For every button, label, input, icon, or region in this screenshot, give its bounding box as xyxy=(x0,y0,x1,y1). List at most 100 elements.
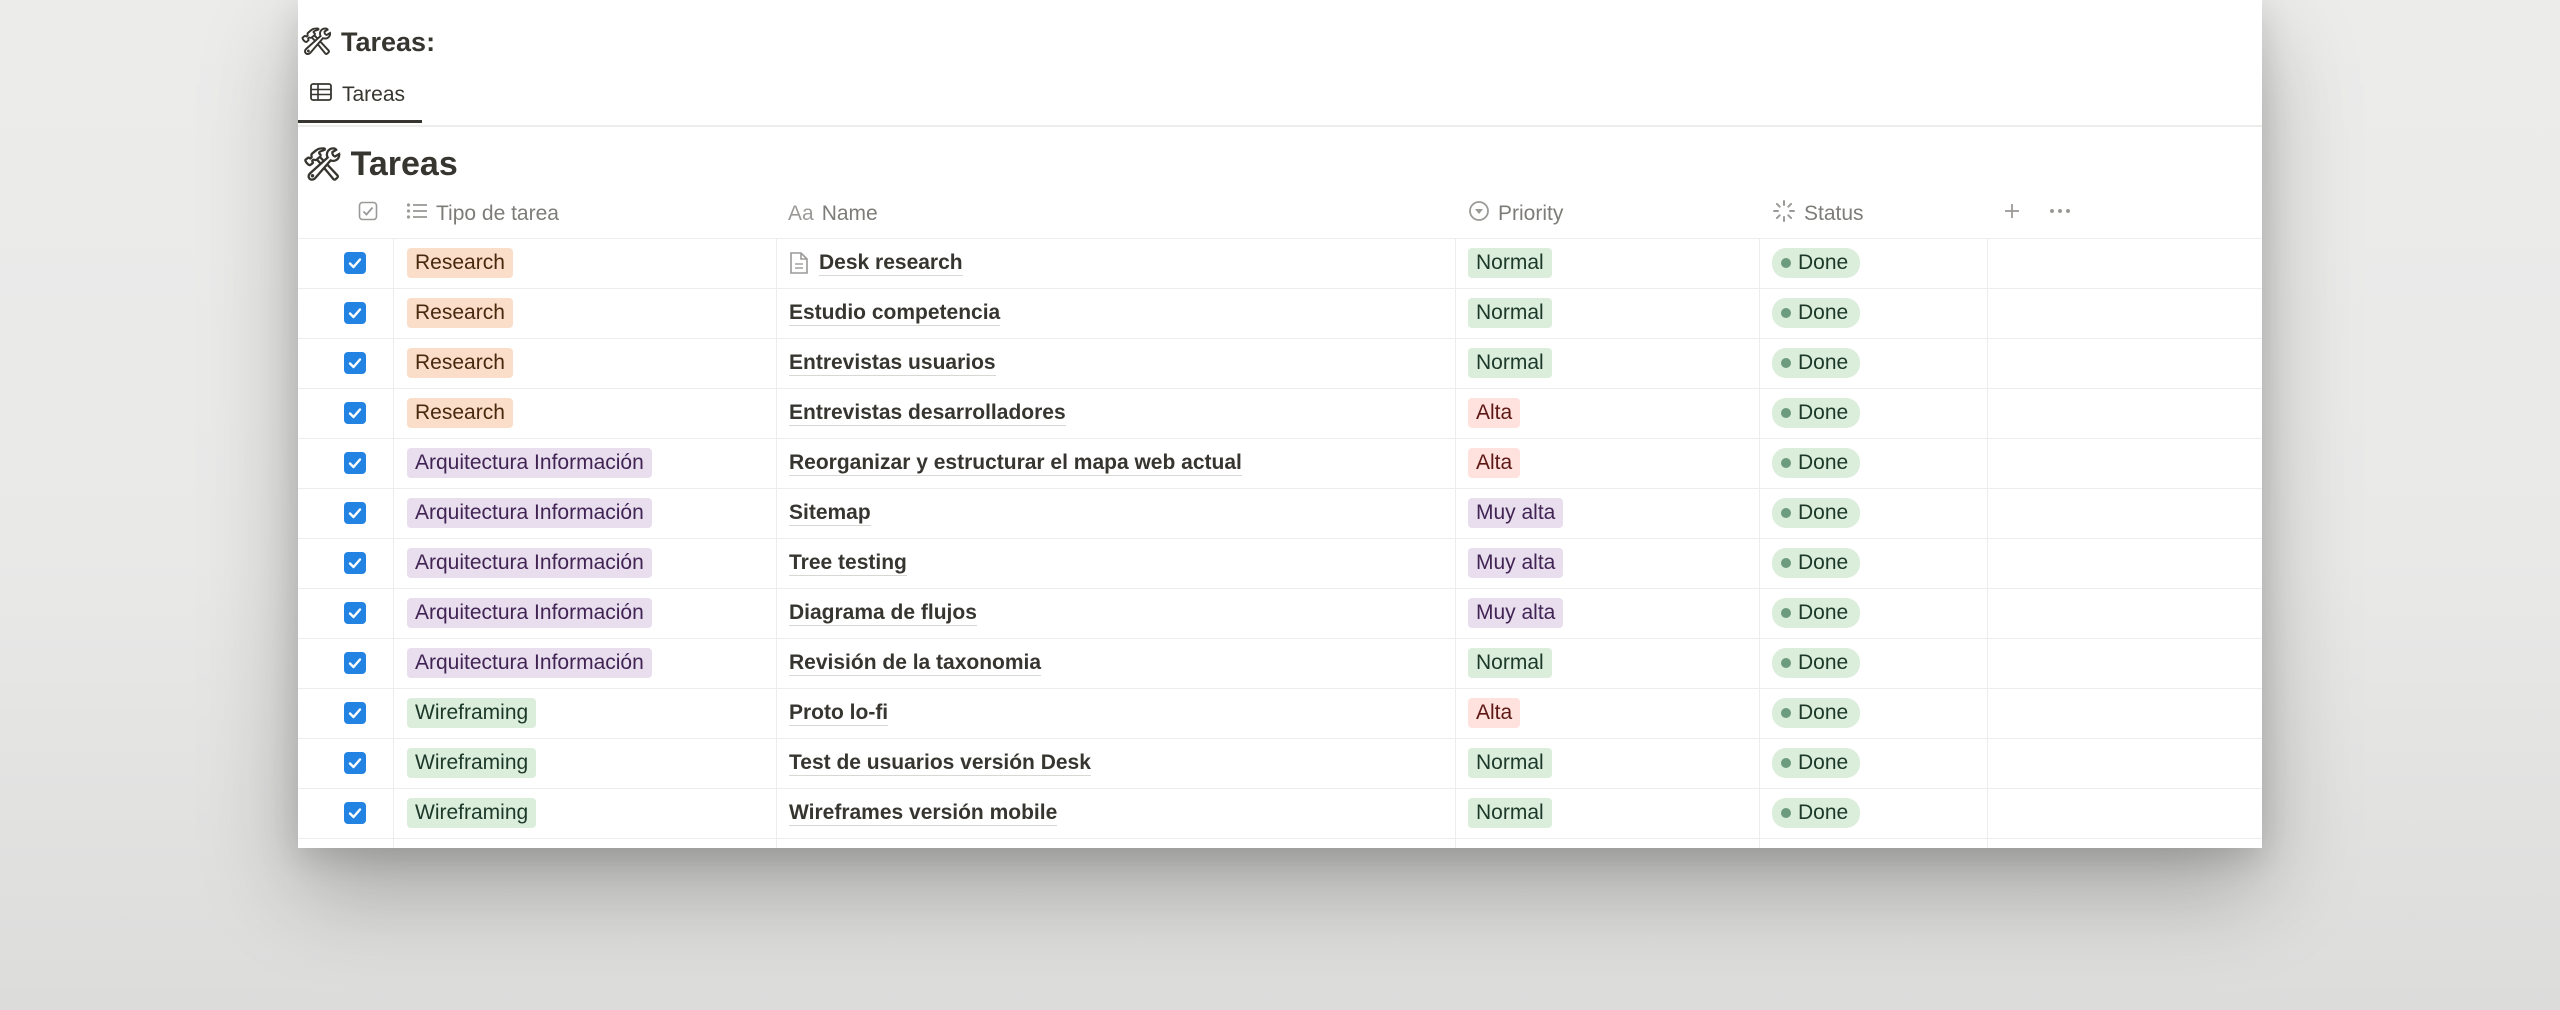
tab-tareas[interactable]: Tareas xyxy=(298,70,422,123)
cell-priority[interactable]: Normal xyxy=(1468,788,1552,838)
row-checkbox[interactable] xyxy=(344,288,366,338)
cell-tipo[interactable]: Arquitectura Información xyxy=(407,438,652,488)
checkbox-checked[interactable] xyxy=(344,702,366,724)
table-row[interactable]: Research Entrevistas usuarios Normal Don… xyxy=(298,338,2262,389)
cell-priority[interactable]: Alta xyxy=(1468,388,1521,438)
checkbox-checked[interactable] xyxy=(344,552,366,574)
column-header-status[interactable]: Status xyxy=(1772,190,1864,238)
table-row[interactable]: Wireframing Wireframes versión mobile No… xyxy=(298,788,2262,839)
cell-priority[interactable]: Normal xyxy=(1468,738,1552,788)
table-row[interactable]: Wireframing Proto lo-fi Alta Done xyxy=(298,688,2262,739)
task-name[interactable]: Revisión de la taxonomia xyxy=(789,651,1042,676)
more-options-button[interactable] xyxy=(2048,190,2072,238)
checkbox-checked[interactable] xyxy=(344,402,366,424)
cell-status[interactable]: Done xyxy=(1772,238,1861,288)
row-checkbox[interactable] xyxy=(344,388,366,438)
row-checkbox[interactable] xyxy=(344,688,366,738)
checkbox-checked[interactable] xyxy=(344,802,366,824)
checkbox-checked[interactable] xyxy=(344,752,366,774)
checkbox-checked[interactable] xyxy=(344,352,366,374)
database-title[interactable]: 🛠 Tareas xyxy=(302,142,458,186)
task-name[interactable]: Proto lo-fi xyxy=(789,701,889,726)
cell-name[interactable]: Entrevistas desarrolladores xyxy=(789,388,1066,438)
table-row[interactable]: Research Entrevistas desarrolladores Alt… xyxy=(298,388,2262,439)
cell-priority[interactable]: Normal xyxy=(1468,638,1552,688)
task-name[interactable]: Reorganizar y estructurar el mapa web ac… xyxy=(789,451,1242,476)
task-name[interactable]: Sitemap xyxy=(789,501,871,526)
row-checkbox[interactable] xyxy=(344,538,366,588)
cell-tipo[interactable]: Research xyxy=(407,338,513,388)
row-checkbox[interactable] xyxy=(344,438,366,488)
cell-priority[interactable]: Muy alta xyxy=(1468,538,1564,588)
checkbox-checked[interactable] xyxy=(344,502,366,524)
cell-name[interactable]: Desk research xyxy=(789,238,963,288)
cell-tipo[interactable]: Arquitectura Información xyxy=(407,588,652,638)
cell-priority[interactable]: Muy alta xyxy=(1468,588,1564,638)
cell-priority[interactable]: Alta xyxy=(1468,688,1521,738)
cell-name[interactable]: Sitemap xyxy=(789,488,871,538)
checkbox-checked[interactable] xyxy=(344,252,366,274)
cell-status[interactable]: Done xyxy=(1772,288,1861,338)
cell-status[interactable]: Done xyxy=(1772,688,1861,738)
table-row[interactable]: Research Desk research Normal Done xyxy=(298,238,2262,289)
cell-tipo[interactable]: Arquitectura Información xyxy=(407,638,652,688)
task-name[interactable]: Wireframes versión mobile xyxy=(789,801,1058,826)
cell-priority[interactable]: Alta xyxy=(1468,438,1521,488)
cell-name[interactable]: Reorganizar y estructurar el mapa web ac… xyxy=(789,438,1242,488)
cell-tipo[interactable]: Wireframing xyxy=(407,738,537,788)
column-header-tipo[interactable]: Tipo de tarea xyxy=(406,190,559,238)
checkbox-checked[interactable] xyxy=(344,302,366,324)
cell-status[interactable]: Done xyxy=(1772,438,1861,488)
cell-status[interactable]: Done xyxy=(1772,638,1861,688)
cell-status[interactable]: Done xyxy=(1772,488,1861,538)
cell-name[interactable]: Diagrama de flujos xyxy=(789,588,977,638)
cell-priority[interactable]: Normal xyxy=(1468,338,1552,388)
cell-priority[interactable]: Normal xyxy=(1468,238,1552,288)
cell-name[interactable]: Test de usuarios versión Desk xyxy=(789,738,1091,788)
cell-priority[interactable]: Normal xyxy=(1468,288,1552,338)
table-row[interactable]: Arquitectura Información Reorganizar y e… xyxy=(298,438,2262,489)
cell-name[interactable]: Tree testing xyxy=(789,538,907,588)
cell-tipo[interactable]: Research xyxy=(407,238,513,288)
task-name[interactable]: Entrevistas usuarios xyxy=(789,351,996,376)
column-header-name[interactable]: Aa Name xyxy=(788,190,878,238)
row-checkbox[interactable] xyxy=(344,488,366,538)
add-property-button[interactable] xyxy=(2002,190,2022,238)
task-name[interactable]: Test de usuarios versión Desk xyxy=(789,751,1091,776)
cell-status[interactable]: Done xyxy=(1772,788,1861,838)
checkbox-checked[interactable] xyxy=(344,602,366,624)
table-row[interactable]: Research Estudio competencia Normal Done xyxy=(298,288,2262,339)
cell-status[interactable]: Done xyxy=(1772,388,1861,438)
cell-name[interactable]: Revisión de la taxonomia xyxy=(789,638,1042,688)
table-row[interactable]: Arquitectura Información Diagrama de flu… xyxy=(298,588,2262,639)
cell-tipo[interactable]: Arquitectura Información xyxy=(407,538,652,588)
cell-status[interactable]: Done xyxy=(1772,538,1861,588)
table-row[interactable]: Arquitectura Información Tree testing Mu… xyxy=(298,538,2262,589)
cell-name[interactable]: Entrevistas usuarios xyxy=(789,338,996,388)
task-name[interactable]: Entrevistas desarrolladores xyxy=(789,401,1066,426)
checkbox-checked[interactable] xyxy=(344,452,366,474)
cell-status[interactable]: Done xyxy=(1772,738,1861,788)
cell-name[interactable]: Wireframes versión mobile xyxy=(789,788,1058,838)
table-row[interactable]: Wireframing Test de usuarios versión Des… xyxy=(298,738,2262,789)
cell-tipo[interactable]: Research xyxy=(407,288,513,338)
checkbox-checked[interactable] xyxy=(344,652,366,674)
table-row[interactable]: Arquitectura Información Sitemap Muy alt… xyxy=(298,488,2262,539)
row-checkbox[interactable] xyxy=(344,338,366,388)
row-checkbox[interactable] xyxy=(344,738,366,788)
task-name[interactable]: Diagrama de flujos xyxy=(789,601,977,626)
row-checkbox[interactable] xyxy=(344,638,366,688)
cell-tipo[interactable]: Wireframing xyxy=(407,688,537,738)
cell-status[interactable]: Done xyxy=(1772,338,1861,388)
cell-name[interactable]: Proto lo-fi xyxy=(789,688,889,738)
task-name[interactable]: Desk research xyxy=(819,251,963,276)
row-checkbox[interactable] xyxy=(344,588,366,638)
cell-tipo[interactable]: Wireframing xyxy=(407,788,537,838)
row-checkbox[interactable] xyxy=(344,238,366,288)
task-name[interactable]: Estudio competencia xyxy=(789,301,1001,326)
cell-name[interactable]: Estudio competencia xyxy=(789,288,1001,338)
column-header-priority[interactable]: Priority xyxy=(1468,190,1563,238)
table-row[interactable]: Arquitectura Información Revisión de la … xyxy=(298,638,2262,689)
cell-status[interactable]: Done xyxy=(1772,588,1861,638)
row-checkbox[interactable] xyxy=(344,788,366,838)
